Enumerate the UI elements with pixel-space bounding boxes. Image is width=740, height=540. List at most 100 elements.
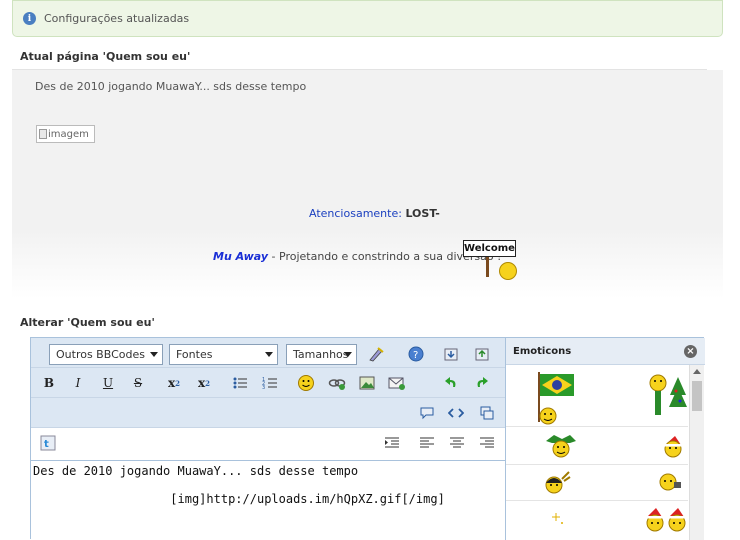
brush-icon — [369, 347, 384, 362]
close-icon[interactable]: × — [684, 345, 697, 358]
emoticons-scrollbar[interactable] — [689, 365, 704, 540]
align-left-button[interactable] — [416, 432, 438, 454]
scroll-up-icon[interactable] — [693, 369, 701, 374]
twitter-icon: t — [40, 435, 56, 451]
toolbar-row-3 — [31, 398, 505, 428]
toolbar-row-4: t — [31, 428, 505, 460]
download-icon — [444, 348, 458, 361]
align-right-button[interactable] — [476, 432, 498, 454]
chevron-down-icon — [150, 352, 158, 357]
christmas-couple-smiley-icon[interactable] — [644, 507, 688, 535]
regards-label: Atenciosamente: — [309, 207, 402, 220]
emoticon-row — [506, 365, 688, 427]
image-alt-text: imagem — [48, 128, 89, 140]
code-icon — [448, 408, 464, 418]
link-icon — [328, 379, 346, 390]
color-picker-button[interactable] — [365, 343, 387, 365]
smiley-icon — [298, 375, 314, 391]
emoticon-row — [506, 465, 688, 501]
regards-line: Atenciosamente: LOST- — [309, 207, 440, 220]
current-page-title: Atual página 'Quem sou eu' — [20, 50, 191, 63]
italic-button[interactable]: I — [67, 372, 89, 394]
signature-line: Mu Away - Projetando e constrindo a sua … — [213, 250, 501, 263]
fonts-select[interactable]: Fontes — [169, 344, 278, 365]
emoticons-header: Emoticons × — [506, 338, 705, 365]
emoticons-title: Emoticons — [513, 346, 572, 357]
smiley-icon — [499, 262, 517, 280]
image-button[interactable] — [356, 372, 378, 394]
indent-icon — [385, 437, 399, 448]
redo-button[interactable] — [471, 372, 493, 394]
twitter-button[interactable]: t — [37, 432, 59, 454]
bbcodes-select[interactable]: Outros BBCodes — [49, 344, 163, 365]
chevron-down-icon — [344, 352, 352, 357]
source-mode-button[interactable] — [476, 402, 498, 424]
upload-icon — [475, 348, 489, 361]
message-textarea[interactable]: Des de 2010 jogando MuawaY... sds desse … — [31, 460, 505, 540]
sparkle-icon[interactable] — [550, 511, 566, 527]
speech-bubble-icon — [420, 407, 434, 420]
waving-smiley-icon[interactable] — [542, 469, 572, 497]
broken-image: imagem — [36, 125, 95, 143]
email-button[interactable] — [386, 372, 408, 394]
emoticons-panel: Emoticons × — [505, 338, 705, 540]
bullet-list-button[interactable] — [229, 372, 251, 394]
indent-button[interactable] — [381, 432, 403, 454]
svg-text:3: 3 — [262, 385, 265, 390]
align-left-icon — [420, 437, 434, 448]
code-button[interactable] — [445, 402, 467, 424]
brand-name: Mu Away — [213, 250, 269, 263]
sign-stick — [486, 257, 489, 277]
align-right-icon — [480, 437, 494, 448]
toolbar-row-2: B I U S x2 x2 123 — [31, 368, 505, 398]
sizes-select[interactable]: Tamanhos — [286, 344, 357, 365]
link-button[interactable] — [326, 372, 348, 394]
quote-button[interactable] — [416, 402, 438, 424]
subscript-button[interactable]: x2 — [163, 372, 185, 394]
numbered-list-icon: 123 — [262, 377, 277, 390]
rasta-smiley-icon[interactable] — [544, 433, 578, 459]
help-icon: ? — [408, 346, 424, 362]
help-button[interactable]: ? — [405, 343, 427, 365]
welcome-sign: Welcome — [463, 240, 516, 257]
scrollbar-thumb[interactable] — [692, 381, 702, 411]
regards-name: LOST- — [405, 207, 440, 220]
bullet-list-icon — [233, 377, 247, 389]
windows-icon — [480, 406, 494, 420]
toolbar-row-1: Outros BBCodes Fontes Tamanhos ? — [31, 338, 505, 368]
undo-button[interactable] — [440, 372, 462, 394]
underline-button[interactable]: U — [97, 372, 119, 394]
thinking-smiley-icon[interactable] — [656, 470, 684, 494]
profile-preview: Des de 2010 jogando MuawaY... sds desse … — [12, 70, 723, 299]
redo-icon — [477, 377, 488, 387]
editor-toolbar: Outros BBCodes Fontes Tamanhos ? B I U S… — [31, 338, 505, 460]
info-icon: i — [23, 12, 36, 25]
christmas-tree-smiley-icon[interactable] — [646, 373, 688, 421]
svg-text:t: t — [44, 439, 49, 450]
welcome-smiley-image: Welcome — [463, 240, 535, 280]
numbered-list-button[interactable]: 123 — [259, 372, 281, 394]
align-center-icon — [450, 437, 464, 448]
emoticon-row — [506, 427, 688, 465]
strikethrough-button[interactable]: S — [127, 372, 149, 394]
emoticon-button[interactable] — [295, 372, 317, 394]
emoticon-row — [506, 501, 688, 540]
alert-message: Configurações atualizadas — [44, 12, 190, 25]
success-alert: i Configurações atualizadas — [12, 0, 723, 37]
bold-button[interactable]: B — [38, 372, 60, 394]
broken-image-icon — [39, 129, 47, 139]
brazil-flag-smiley-icon[interactable] — [534, 370, 578, 426]
image-icon — [359, 376, 375, 390]
bbcode-editor: Outros BBCodes Fontes Tamanhos ? B I U S… — [30, 337, 705, 540]
download-button[interactable] — [440, 343, 462, 365]
align-center-button[interactable] — [446, 432, 468, 454]
superscript-button[interactable]: x2 — [193, 372, 215, 394]
svg-text:?: ? — [413, 350, 418, 361]
upload-button[interactable] — [471, 343, 493, 365]
edit-section-title: Alterar 'Quem sou eu' — [20, 316, 155, 329]
preview-text-line: Des de 2010 jogando MuawaY... sds desse … — [35, 80, 307, 93]
chevron-down-icon — [265, 352, 273, 357]
santa-smiley-icon[interactable] — [661, 435, 685, 459]
email-icon — [388, 377, 405, 390]
undo-icon — [445, 377, 456, 387]
